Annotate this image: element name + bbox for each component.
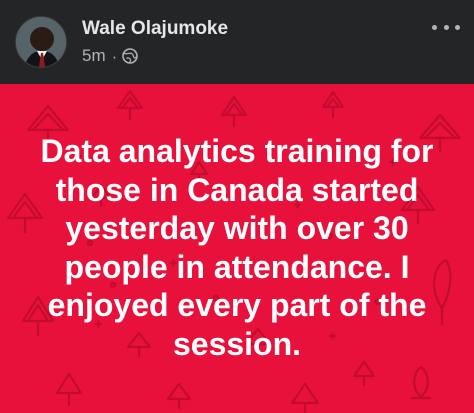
post-time[interactable]: 5m: [82, 46, 106, 66]
more-options-dot: [455, 24, 460, 30]
post-meta: 5m ·: [82, 46, 139, 66]
more-options-button[interactable]: [432, 17, 460, 37]
author-name[interactable]: Wale Olajumoke: [82, 18, 228, 40]
post-background-content: Data analytics training for those in Can…: [0, 84, 474, 413]
globe-icon[interactable]: [122, 48, 139, 64]
more-options-dot: [443, 24, 449, 30]
author-avatar[interactable]: [15, 16, 67, 68]
more-options-dot: [432, 24, 437, 30]
post-header: Wale Olajumoke 5m ·: [0, 0, 474, 84]
facebook-post: Wale Olajumoke 5m · Data analytics train…: [0, 0, 474, 413]
meta-separator: ·: [111, 46, 118, 66]
post-text: Data analytics training for those in Can…: [40, 133, 434, 362]
